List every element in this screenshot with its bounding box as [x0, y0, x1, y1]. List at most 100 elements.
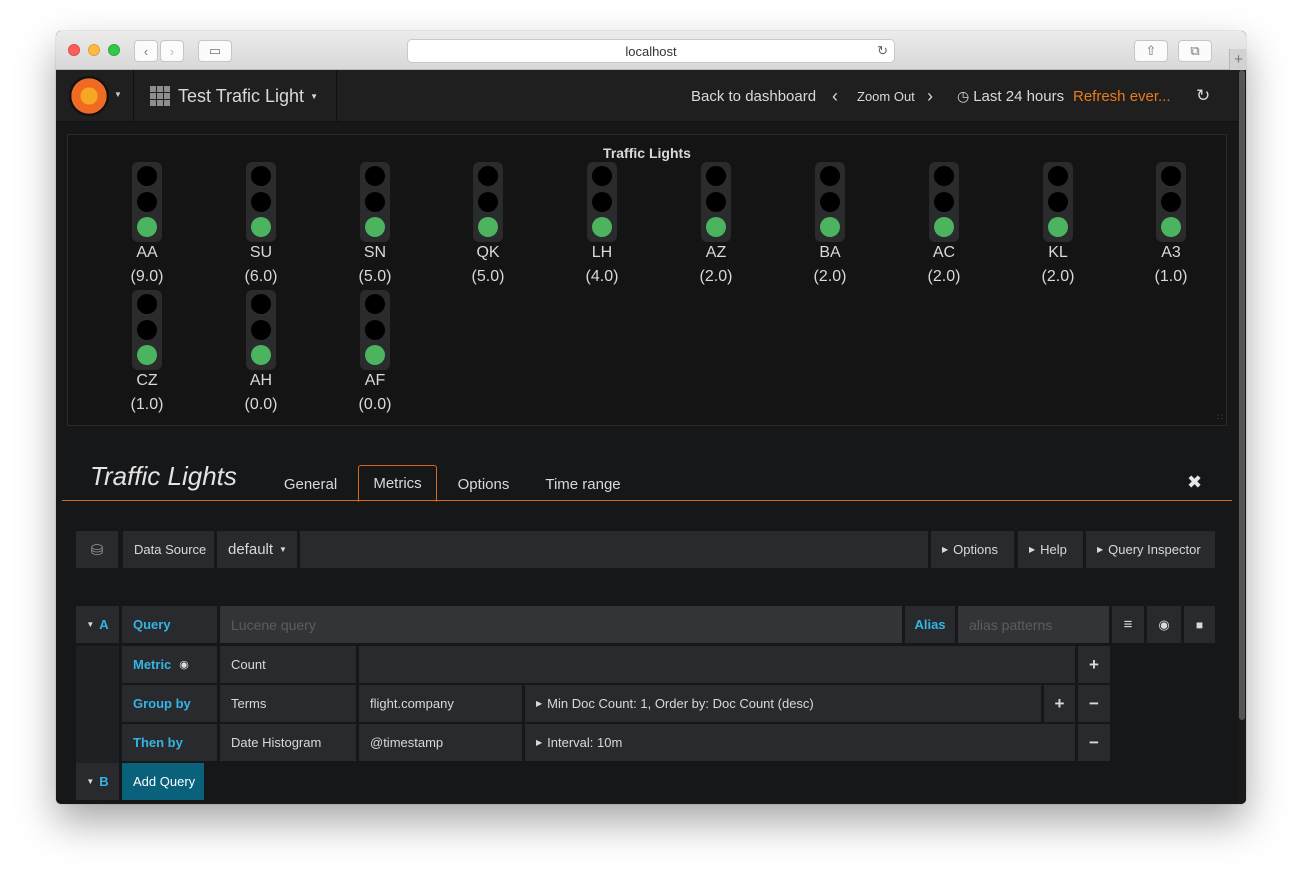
- close-window-button[interactable]: [68, 44, 80, 56]
- share-icon[interactable]: ⇧: [1134, 40, 1168, 62]
- light-code: LH: [591, 244, 613, 261]
- eye-icon[interactable]: ◉: [1147, 606, 1181, 643]
- lucene-query-input[interactable]: Lucene query: [220, 606, 902, 643]
- new-tab-icon[interactable]: +: [1229, 49, 1246, 70]
- red-lamp: [137, 294, 157, 314]
- light-value: (9.0): [130, 268, 164, 285]
- add-query-button[interactable]: Add Query: [122, 763, 204, 800]
- thenby-field-select[interactable]: @timestamp: [359, 724, 522, 761]
- green-lamp: [137, 345, 157, 365]
- light-value: (5.0): [471, 268, 505, 285]
- dashboard-grid-icon: [150, 86, 170, 106]
- alias-input[interactable]: alias patterns: [958, 606, 1109, 643]
- tab-time-range[interactable]: Time range: [534, 467, 632, 501]
- traffic-light-housing: [246, 162, 276, 242]
- traffic-light: AH (0.0): [224, 290, 298, 418]
- yellow-lamp: [365, 320, 385, 340]
- help-button[interactable]: ▶ Help: [1018, 531, 1083, 568]
- green-lamp: [820, 217, 840, 237]
- add-metric-icon[interactable]: +: [1078, 646, 1110, 683]
- resize-handle-icon[interactable]: ∷: [1217, 412, 1223, 423]
- tab-metrics[interactable]: Metrics: [358, 465, 437, 502]
- traffic-light: AA (9.0): [110, 162, 184, 290]
- query-placeholder: Lucene query: [231, 616, 316, 633]
- back-icon[interactable]: ‹: [134, 40, 158, 62]
- yellow-lamp: [820, 192, 840, 212]
- query-b-toggle[interactable]: ▼ B: [76, 763, 119, 800]
- sidebar-icon[interactable]: ▭: [198, 40, 232, 62]
- metric-label: Metric: [133, 657, 172, 672]
- red-lamp: [251, 166, 271, 186]
- traffic-light: KL (2.0): [1021, 162, 1095, 290]
- add-bucket-icon[interactable]: +: [1044, 685, 1075, 722]
- yellow-lamp: [1048, 192, 1068, 212]
- light-value: (2.0): [699, 268, 733, 285]
- chevron-left-icon[interactable]: ‹: [832, 70, 838, 122]
- grafana-menu[interactable]: ▼: [56, 70, 134, 122]
- scrollbar-thumb[interactable]: [1239, 70, 1245, 720]
- chevron-right-icon[interactable]: ›: [927, 70, 933, 122]
- refresh-interval[interactable]: Refresh ever...: [1073, 70, 1171, 122]
- red-lamp: [706, 166, 726, 186]
- dashboard-picker[interactable]: Test Trafic Light ▼: [134, 70, 337, 122]
- close-editor-icon[interactable]: ✖: [1187, 472, 1202, 493]
- traffic-light: AZ (2.0): [679, 162, 753, 290]
- red-lamp: [1161, 166, 1181, 186]
- groupby-options[interactable]: ▶ Min Doc Count: 1, Order by: Doc Count …: [525, 685, 1041, 722]
- reload-icon[interactable]: ↻: [877, 43, 888, 59]
- trash-icon[interactable]: ■: [1184, 606, 1215, 643]
- menu-icon[interactable]: ≡: [1112, 606, 1144, 643]
- red-lamp: [820, 166, 840, 186]
- groupby-type-select[interactable]: Terms: [220, 685, 356, 722]
- caret-right-icon: ▶: [1097, 545, 1104, 554]
- caret-down-icon: ▼: [86, 620, 95, 629]
- datasource-select[interactable]: default ▼: [217, 531, 297, 568]
- time-picker[interactable]: ◷ Last 24 hours: [957, 70, 1064, 122]
- forward-icon[interactable]: ›: [160, 40, 184, 62]
- remove-bucket-icon[interactable]: −: [1078, 685, 1110, 722]
- dashboard-title: Test Trafic Light: [178, 85, 305, 106]
- panel-title[interactable]: Traffic Lights: [68, 145, 1226, 161]
- traffic-light: SN (5.0): [338, 162, 412, 290]
- address-bar[interactable]: localhost ↻: [407, 39, 895, 63]
- query-a-toggle[interactable]: ▼ A: [76, 606, 119, 643]
- traffic-light: AC (2.0): [907, 162, 981, 290]
- red-lamp: [365, 294, 385, 314]
- yellow-lamp: [251, 320, 271, 340]
- thenby-type-select[interactable]: Date Histogram: [220, 724, 356, 761]
- alias-label: Alias: [905, 606, 955, 643]
- options-button[interactable]: ▶ Options: [931, 531, 1014, 568]
- metric-filler: [359, 646, 1075, 683]
- metric-label-cell: Metric ◉: [122, 646, 217, 683]
- refresh-icon[interactable]: ↻: [1196, 70, 1210, 122]
- thenby-options[interactable]: ▶ Interval: 10m: [525, 724, 1075, 761]
- traffic-light-housing: [587, 162, 617, 242]
- query-inspector-button[interactable]: ▶ Query Inspector: [1086, 531, 1215, 568]
- groupby-field-select[interactable]: flight.company: [359, 685, 522, 722]
- yellow-lamp: [934, 192, 954, 212]
- query-letter: A: [99, 617, 109, 632]
- light-code: CZ: [136, 372, 158, 389]
- yellow-lamp: [137, 192, 157, 212]
- light-code: BA: [819, 244, 841, 261]
- minimize-window-button[interactable]: [88, 44, 100, 56]
- tab-options[interactable]: Options: [448, 467, 519, 501]
- eye-icon[interactable]: ◉: [179, 658, 189, 671]
- zoom-window-button[interactable]: [108, 44, 120, 56]
- remove-bucket-icon[interactable]: −: [1078, 724, 1110, 761]
- green-lamp: [365, 217, 385, 237]
- query-label: Query: [122, 606, 217, 643]
- zoom-out-button[interactable]: Zoom Out: [857, 70, 915, 122]
- light-code: KL: [1048, 244, 1068, 261]
- page-scrollbar[interactable]: [1238, 70, 1246, 804]
- light-code: AH: [249, 372, 273, 389]
- yellow-lamp: [137, 320, 157, 340]
- tab-general[interactable]: General: [274, 467, 347, 501]
- traffic-light-housing: [701, 162, 731, 242]
- metric-type-select[interactable]: Count: [220, 646, 356, 683]
- tabs-overview-icon[interactable]: ⧉: [1178, 40, 1212, 62]
- traffic-light-housing: [132, 162, 162, 242]
- traffic-light: A3 (1.0): [1134, 162, 1208, 290]
- back-to-dashboard-link[interactable]: Back to dashboard: [691, 70, 816, 122]
- traffic-light: AF (0.0): [338, 290, 412, 418]
